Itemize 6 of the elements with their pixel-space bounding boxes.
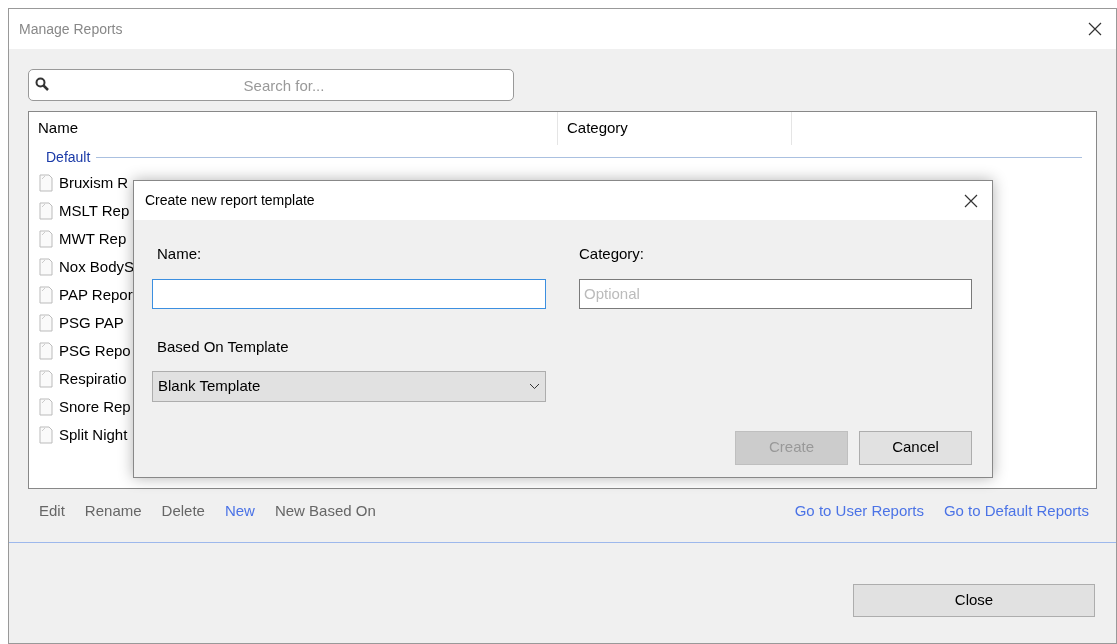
window-title: Manage Reports [19,19,123,39]
field-label: Based On Template [156,336,290,357]
group-header: Default [46,147,91,167]
field-label: Name: [156,244,203,264]
field-label: Category: [579,244,646,264]
dialog-title: Create new report template [145,191,315,210]
